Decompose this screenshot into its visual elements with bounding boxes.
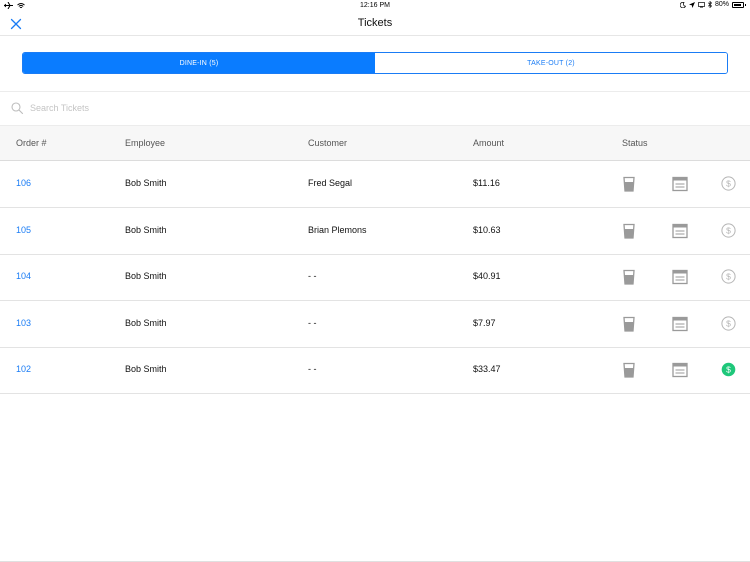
customer-name: - - (308, 364, 317, 375)
bluetooth-icon (708, 1, 712, 8)
customer-name: Brian Plemons (308, 224, 367, 235)
location-icon (688, 1, 695, 8)
customer-name: - - (308, 317, 317, 328)
svg-text:$: $ (726, 318, 731, 328)
glass-icon (622, 223, 636, 239)
employee-name: Bob Smith (125, 271, 167, 282)
order-number[interactable]: 105 (16, 225, 31, 235)
order-amount: $40.91 (473, 271, 501, 282)
dollar-circle-icon: $ (721, 269, 736, 284)
order-number[interactable]: 103 (16, 318, 31, 328)
header-status[interactable]: Status (622, 138, 648, 148)
search-input[interactable] (30, 100, 330, 116)
svg-text:$: $ (726, 179, 731, 189)
receipt-icon (672, 176, 688, 192)
employee-name: Bob Smith (125, 178, 167, 188)
dollar-circle-icon: $ (721, 176, 736, 191)
svg-text:$: $ (726, 272, 731, 282)
glass-icon (622, 316, 636, 332)
status-time: 12:16 PM (360, 2, 390, 9)
dollar-circle-icon: $ (721, 316, 736, 331)
order-number[interactable]: 102 (16, 364, 31, 374)
receipt-icon (672, 316, 688, 332)
glass-icon (622, 362, 636, 379)
header-order[interactable]: Order # (16, 138, 47, 148)
order-type-segmented-control: DINE-IN (5) TAKE-OUT (2) (22, 52, 728, 74)
order-amount: $11.16 (473, 178, 500, 188)
receipt-icon (672, 269, 688, 285)
svg-text:$: $ (726, 365, 731, 375)
order-number[interactable]: 104 (16, 271, 31, 281)
employee-name: Bob Smith (125, 224, 167, 235)
glass-icon (622, 269, 636, 285)
receipt-icon (672, 223, 688, 239)
svg-text:$: $ (726, 225, 731, 235)
header-employee[interactable]: Employee (125, 138, 165, 148)
order-amount: $7.97 (473, 317, 496, 328)
table-row[interactable]: 106 Bob Smith Fred Segal $11.16 $ (0, 161, 750, 208)
status-bar: 12:16 PM 80% (0, 0, 750, 12)
table-row[interactable]: 104 Bob Smith - - $40.91 $ (0, 254, 750, 302)
order-amount: $10.63 (473, 224, 501, 235)
table-row[interactable]: 102 Bob Smith - - $33.47 $ (0, 347, 750, 395)
moon-icon (679, 1, 686, 8)
table-row[interactable]: 105 Bob Smith Brian Plemons $10.63 $ (0, 208, 750, 255)
glass-icon (622, 176, 636, 192)
table-header: Order # Employee Customer Amount Status (0, 126, 750, 161)
header-amount[interactable]: Amount (473, 138, 504, 148)
table-row[interactable]: 103 Bob Smith - - $7.97 $ (0, 301, 750, 348)
nav-bar: Tickets (0, 12, 750, 36)
battery-percent: 80% (714, 1, 729, 8)
customer-name: Fred Segal (308, 178, 353, 188)
order-amount: $33.47 (473, 364, 501, 375)
customer-name: - - (308, 271, 317, 282)
page-title: Tickets (357, 17, 393, 29)
dollar-circle-icon: $ (721, 362, 736, 377)
screen-mirroring-icon (698, 1, 705, 7)
employee-name: Bob Smith (125, 364, 167, 375)
battery-icon (732, 1, 746, 8)
tab-dine-in[interactable]: DINE-IN (5) (23, 53, 375, 73)
status-right: 80% (679, 1, 746, 8)
search-icon (11, 102, 24, 115)
tab-take-out[interactable]: TAKE-OUT (2) (375, 53, 727, 73)
dollar-circle-icon: $ (721, 222, 736, 238)
header-customer[interactable]: Customer (308, 138, 347, 148)
order-number[interactable]: 106 (16, 178, 31, 188)
search-bar (0, 91, 750, 126)
employee-name: Bob Smith (125, 317, 167, 328)
receipt-icon (672, 362, 688, 378)
